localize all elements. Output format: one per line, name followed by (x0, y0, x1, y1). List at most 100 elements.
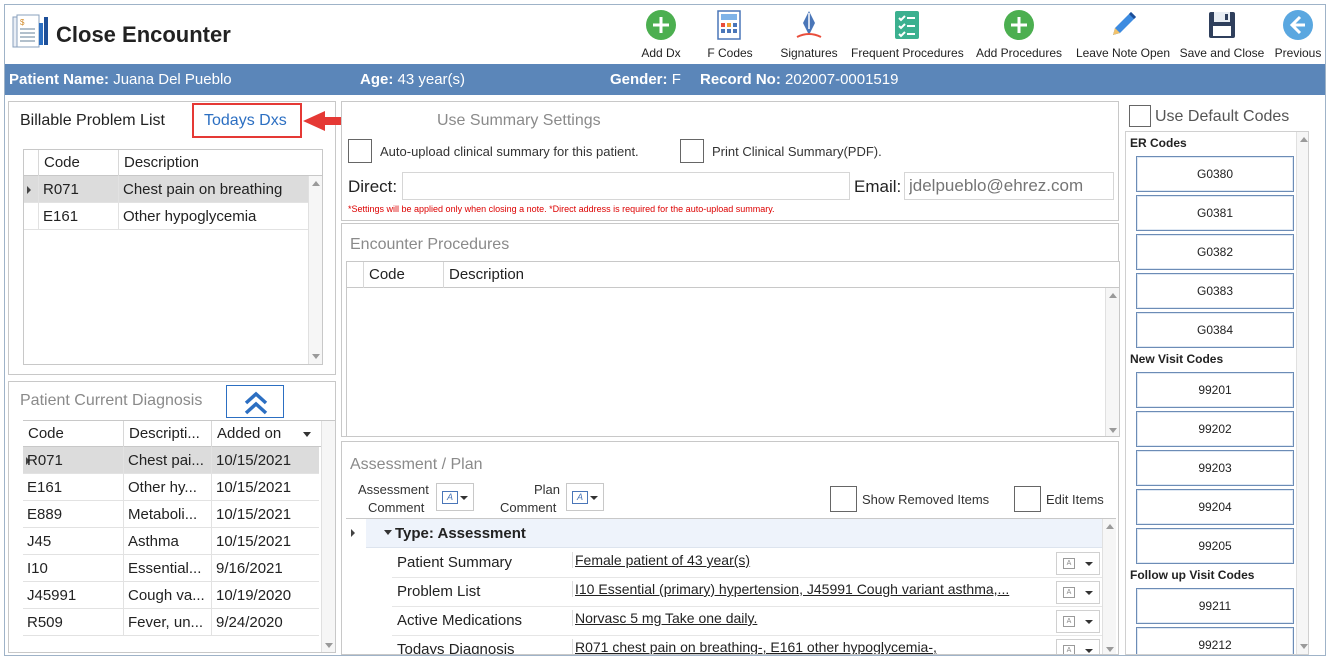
current-diagnosis-panel: Patient Current Diagnosis Code Descripti… (8, 381, 336, 653)
table-row[interactable]: J45991 Cough va... 10/19/2020 (23, 582, 319, 609)
show-removed-checkbox[interactable] (830, 486, 857, 512)
use-default-codes-label: Use Default Codes (1155, 108, 1290, 125)
new-visit-codes-heading: New Visit Codes (1130, 352, 1224, 366)
scroll-down-icon[interactable] (1106, 647, 1114, 652)
scroll-down-icon[interactable] (1109, 428, 1117, 433)
code-button-g0383[interactable]: G0383 (1136, 273, 1294, 309)
assessment-row-patient-summary[interactable]: Patient Summary Female patient of 43 yea… (392, 549, 1104, 578)
frequent-procedures-button[interactable]: Frequent Procedures (851, 7, 964, 63)
assessment-plan-panel: Assessment / Plan Assessment Comment A P… (341, 441, 1119, 655)
assessment-row-problem-list[interactable]: Problem List I10 Essential (primary) hyp… (392, 578, 1104, 607)
text-format-icon: A (572, 491, 588, 504)
table-row[interactable]: R509 Fever, un... 9/24/2020 (23, 609, 319, 636)
code-button-g0384[interactable]: G0384 (1136, 312, 1294, 348)
scroll-down-icon[interactable] (325, 643, 333, 648)
plan-format-button[interactable]: A (566, 483, 604, 511)
print-summary-checkbox[interactable] (680, 139, 704, 163)
table-row[interactable]: J45 Asthma 10/15/2021 (23, 528, 319, 555)
column-description[interactable]: Description (443, 262, 1099, 288)
row-format-button[interactable]: A (1056, 639, 1100, 654)
code-button-99205[interactable]: 99205 (1136, 528, 1294, 564)
current-diagnosis-scrollbar[interactable] (321, 421, 335, 652)
auto-upload-label: Auto-upload clinical summary for this pa… (380, 144, 639, 159)
summary-settings-title: Use Summary Settings (437, 112, 601, 129)
save-and-close-button[interactable]: Save and Close (1179, 7, 1265, 63)
row-format-button[interactable]: A (1056, 581, 1100, 604)
billable-problem-panel: Billable Problem List Todays Dxs Code De… (8, 101, 336, 375)
column-description[interactable]: Description (118, 150, 308, 176)
pencil-icon (1113, 12, 1136, 35)
table-row[interactable]: I10 Essential... 9/16/2021 (23, 555, 319, 582)
column-description[interactable]: Descripti... (123, 421, 211, 447)
plus-circle-icon (646, 10, 676, 40)
patient-age: Age: 43 year(s) (360, 71, 466, 88)
scroll-down-icon[interactable] (312, 354, 320, 359)
table-row[interactable]: E889 Metaboli... 10/15/2021 (23, 501, 319, 528)
collapse-group-icon[interactable] (384, 530, 392, 535)
row-format-button[interactable]: A (1056, 610, 1100, 633)
code-button-g0380[interactable]: G0380 (1136, 156, 1294, 192)
dropdown-arrow-icon (1085, 620, 1093, 624)
arrow-left-circle-icon (1283, 10, 1313, 40)
er-codes-heading: ER Codes (1130, 136, 1187, 150)
assessment-row-todays-diagnosis[interactable]: Todays Diagnosis R071 chest pain on brea… (392, 636, 1104, 654)
scroll-up-icon[interactable] (1106, 524, 1114, 529)
scroll-up-icon[interactable] (1300, 137, 1308, 142)
plan-comment-label: Plan (534, 482, 561, 497)
code-button-99204[interactable]: 99204 (1136, 489, 1294, 525)
code-button-99211[interactable]: 99211 (1136, 588, 1294, 624)
use-default-codes-checkbox[interactable] (1129, 105, 1151, 127)
email-input[interactable] (904, 172, 1114, 200)
scroll-up-icon[interactable] (1109, 293, 1117, 298)
codes-list: ER Codes G0380 G0381 G0382 G0383 G0384 N… (1125, 131, 1309, 655)
table-row[interactable]: R071 Chest pain on breathing (24, 176, 308, 203)
group-row[interactable]: Type: Assessment (366, 519, 1106, 548)
patient-info-bar: Patient Name: Juana Del Pueblo Age: 43 y… (5, 64, 1325, 95)
pen-nib-icon (796, 11, 822, 38)
procedures-scrollbar[interactable] (1105, 288, 1119, 436)
code-button-99203[interactable]: 99203 (1136, 450, 1294, 486)
document-chart-icon: $ (12, 14, 48, 48)
row-format-button[interactable]: A (1056, 552, 1100, 575)
code-button-99202[interactable]: 99202 (1136, 411, 1294, 447)
text-format-icon: A (1063, 558, 1075, 569)
close-encounter-window: $ Close Encounter Add Dx F Codes Signatu… (4, 4, 1326, 656)
add-procedures-button[interactable]: Add Procedures (973, 7, 1065, 63)
table-row[interactable]: E161 Other hypoglycemia (24, 203, 308, 230)
assessment-row-active-medications[interactable]: Active Medications Norvasc 5 mg Take one… (392, 607, 1104, 636)
table-row[interactable]: E161 Other hy... 10/15/2021 (23, 474, 319, 501)
encounter-procedures-title: Encounter Procedures (350, 236, 510, 253)
code-button-99212[interactable]: 99212 (1136, 627, 1294, 654)
scroll-up-icon[interactable] (312, 181, 320, 186)
code-button-99201[interactable]: 99201 (1136, 372, 1294, 408)
signatures-button[interactable]: Signatures (771, 7, 847, 63)
checklist-icon (895, 11, 919, 39)
collapse-button[interactable] (226, 385, 284, 418)
auto-upload-checkbox[interactable] (348, 139, 372, 163)
codes-scrollbar[interactable] (1296, 132, 1308, 654)
previous-button[interactable]: Previous (1271, 7, 1325, 63)
current-diagnosis-grid-header: Code Descripti... Added on (23, 421, 335, 447)
dropdown-arrow-icon (1085, 591, 1093, 595)
assessment-format-button[interactable]: A (436, 483, 474, 511)
edit-items-checkbox[interactable] (1014, 486, 1041, 512)
current-diagnosis-grid: Code Descripti... Added on R071 Chest pa… (23, 420, 335, 652)
leave-note-open-button[interactable]: Leave Note Open (1073, 7, 1173, 63)
table-row[interactable]: R071 Chest pai... 10/15/2021 (23, 447, 319, 474)
text-format-icon: A (442, 491, 458, 504)
direct-input[interactable] (402, 172, 850, 200)
code-button-g0382[interactable]: G0382 (1136, 234, 1294, 270)
column-filter-icon[interactable] (303, 432, 311, 437)
f-codes-button[interactable]: F Codes (701, 7, 759, 63)
assessment-scrollbar[interactable] (1102, 519, 1116, 654)
column-code[interactable]: Code (23, 421, 123, 447)
column-code[interactable]: Code (38, 150, 118, 176)
code-button-g0381[interactable]: G0381 (1136, 195, 1294, 231)
text-format-icon: A (1063, 616, 1075, 627)
follow-up-codes-heading: Follow up Visit Codes (1130, 568, 1255, 582)
billable-scrollbar[interactable] (308, 176, 322, 364)
column-code[interactable]: Code (363, 262, 443, 288)
text-format-icon: A (1063, 587, 1075, 598)
scroll-down-icon[interactable] (1300, 644, 1308, 649)
add-dx-button[interactable]: Add Dx (631, 7, 691, 63)
